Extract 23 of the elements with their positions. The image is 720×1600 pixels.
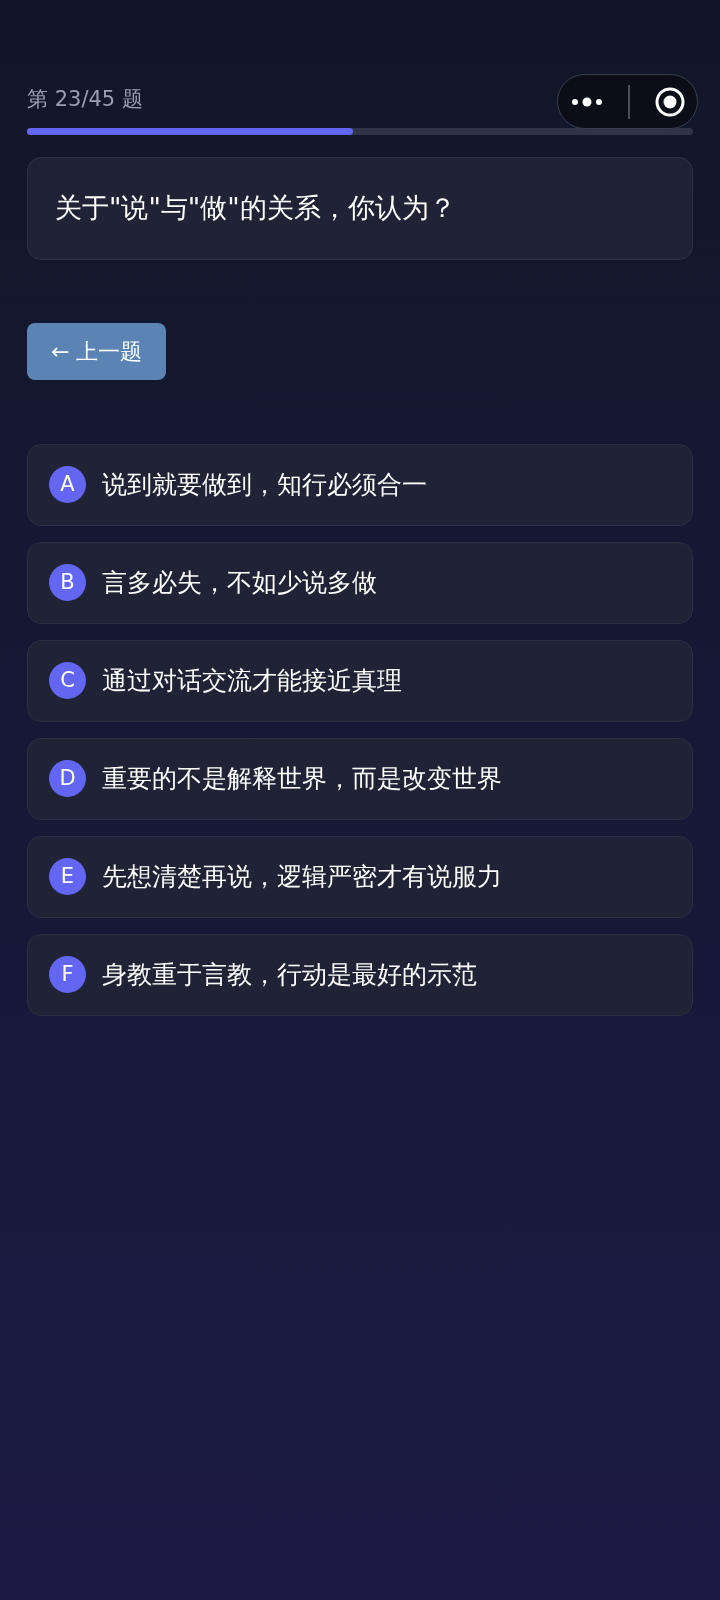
question-text: 关于"说"与"做"的关系，你认为？ (27, 157, 693, 260)
close-icon[interactable] (654, 86, 685, 117)
option-letter: D (49, 760, 86, 797)
option-text: 先想清楚再说，逻辑严密才有说服力 (102, 860, 502, 893)
option-button[interactable]: E 先想清楚再说，逻辑严密才有说服力 (27, 835, 693, 918)
previous-button[interactable]: ← 上一题 (27, 322, 167, 380)
option-letter: F (49, 956, 86, 993)
option-button[interactable]: D 重要的不是解释世界，而是改变世界 (27, 737, 693, 820)
option-text: 重要的不是解释世界，而是改变世界 (102, 762, 502, 795)
option-text: 言多必失，不如少说多做 (102, 566, 377, 599)
option-letter: C (49, 662, 86, 699)
option-button[interactable]: A 说到就要做到，知行必须合一 (27, 443, 693, 526)
option-text: 身教重于言教，行动是最好的示范 (102, 958, 477, 991)
option-letter: A (49, 466, 86, 503)
option-letter: B (49, 564, 86, 601)
option-button[interactable]: B 言多必失，不如少说多做 (27, 541, 693, 624)
option-button[interactable]: F 身教重于言教，行动是最好的示范 (27, 933, 693, 1016)
option-button[interactable]: C 通过对话交流才能接近真理 (27, 639, 693, 722)
progress-label: 第 23/45 题 (27, 85, 143, 113)
more-icon[interactable] (570, 96, 603, 107)
option-letter: E (49, 858, 86, 895)
option-text: 说到就要做到，知行必须合一 (102, 468, 427, 501)
option-text: 通过对话交流才能接近真理 (102, 664, 402, 697)
